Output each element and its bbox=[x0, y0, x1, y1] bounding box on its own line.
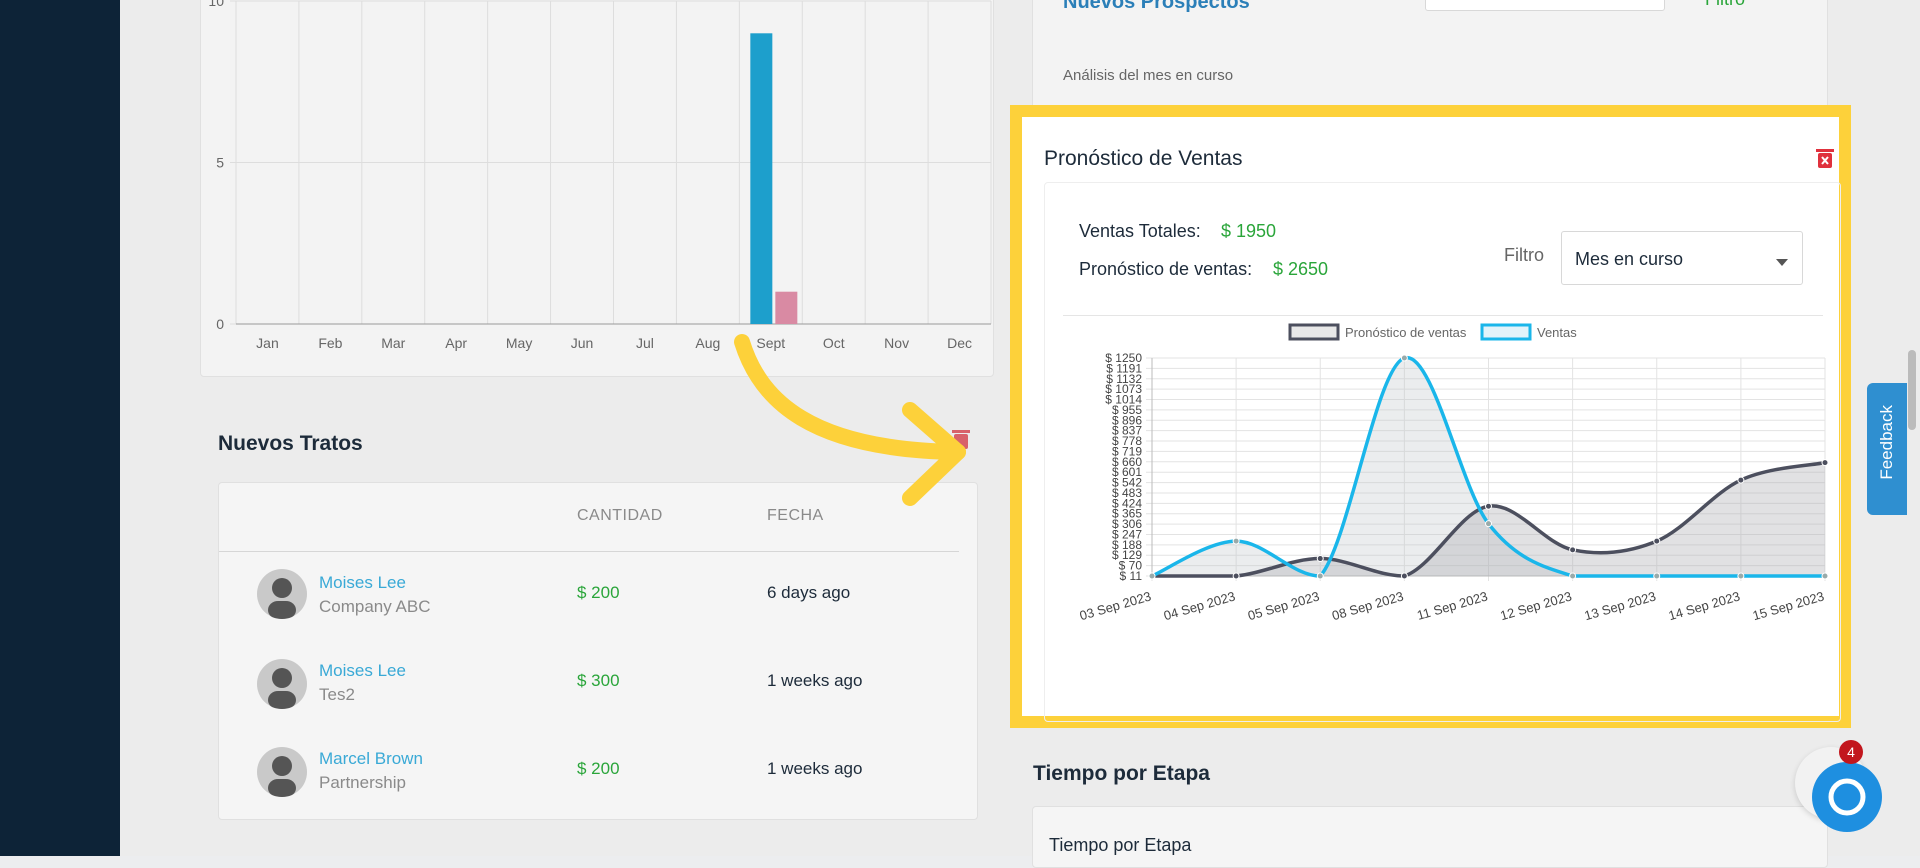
prospects-card: Nuevos Prospectos Mes en curso Filtro An… bbox=[1032, 0, 1828, 122]
x-tick-label: 14 Sep 2023 bbox=[1667, 588, 1742, 623]
x-tick-label: 04 Sep 2023 bbox=[1162, 588, 1237, 623]
month-label: May bbox=[506, 335, 532, 351]
chat-launcher-button[interactable] bbox=[1812, 762, 1882, 832]
avatar bbox=[257, 747, 307, 797]
data-point bbox=[1821, 572, 1829, 580]
monthly-bar-chart: 0510Jan Feb Mar Apr May Jun Jul Aug Sept Oct Nov De… bbox=[208, 0, 992, 351]
period-filter-value: Mes en curso bbox=[1575, 249, 1684, 269]
feedback-label: Feedback bbox=[1877, 405, 1896, 480]
deal-date: 1 weeks ago bbox=[767, 759, 863, 778]
company-name: Company ABC bbox=[319, 597, 431, 616]
prospects-subtitle: Análisis del mes en curso bbox=[1063, 67, 1234, 84]
avatar bbox=[257, 659, 307, 709]
data-point bbox=[1316, 572, 1324, 580]
table-row[interactable]: Moises Lee Company ABC $ 200 6 days ago bbox=[257, 569, 957, 639]
chat-icon bbox=[1828, 778, 1866, 816]
data-point bbox=[1232, 572, 1240, 580]
stage-time-card: Tiempo por Etapa bbox=[1032, 806, 1828, 868]
prospects-title: Nuevos Prospectos bbox=[1063, 0, 1250, 13]
month-label: Feb bbox=[318, 335, 342, 351]
legend-swatch-sales bbox=[1480, 323, 1532, 341]
forecast-sales-value: $ 2650 bbox=[1273, 259, 1329, 279]
curved-arrow-annotation bbox=[734, 334, 966, 506]
legend-swatch-forecast bbox=[1288, 323, 1340, 341]
monthly-chart-card: 0 5 10 Jan Feb Mar Apr May Jun Jul Aug Sept Oct Nov De… bbox=[200, 0, 994, 377]
column-header-amount: CANTIDAD bbox=[577, 507, 663, 524]
legend-label: Ventas bbox=[1537, 325, 1577, 340]
deal-amount: $ 200 bbox=[577, 759, 620, 778]
data-point bbox=[1232, 537, 1240, 545]
contact-name-link[interactable]: Moises Lee bbox=[319, 661, 406, 681]
month-label: Apr bbox=[445, 335, 467, 351]
scrollbar-thumb[interactable] bbox=[1908, 350, 1916, 430]
data-point bbox=[1485, 520, 1492, 528]
x-tick-label: 15 Sep 2023 bbox=[1751, 588, 1826, 623]
x-tick-label: 13 Sep 2023 bbox=[1583, 588, 1658, 623]
month-label: Jun bbox=[571, 335, 594, 351]
y-tick-label: 5 bbox=[216, 155, 224, 171]
table-row[interactable]: Moises Lee Tes2 $ 300 1 weeks ago bbox=[257, 659, 957, 729]
x-tick-label: 05 Sep 2023 bbox=[1246, 588, 1321, 623]
contact-name-link[interactable]: Marcel Brown bbox=[319, 749, 423, 769]
month-label: Jul bbox=[636, 335, 654, 351]
deals-title: Nuevos Tratos bbox=[218, 432, 363, 455]
month-label: Aug bbox=[695, 335, 720, 351]
total-sales-value: $ 1950 bbox=[1221, 221, 1277, 241]
stage-time-title: Tiempo por Etapa bbox=[1033, 762, 1210, 785]
table-row[interactable]: Marcel Brown Partnership $ 200 1 weeks a… bbox=[257, 747, 957, 817]
month-label: Mar bbox=[381, 335, 405, 351]
notification-badge: 4 bbox=[1839, 740, 1863, 764]
x-tick-label: 11 Sep 2023 bbox=[1415, 588, 1489, 622]
data-point bbox=[1821, 459, 1829, 467]
bar-sept-series-1 bbox=[750, 33, 773, 325]
data-point bbox=[1653, 572, 1661, 580]
x-tick-label: 03 Sep 2023 bbox=[1078, 588, 1153, 623]
month-label: Jan bbox=[256, 335, 279, 351]
deals-table: CANTIDAD FECHA Moises Lee Company ABC $ … bbox=[218, 482, 978, 820]
total-sales-label: Ventas Totales: bbox=[1079, 221, 1201, 241]
period-filter-select[interactable]: Mes en curso bbox=[1561, 231, 1803, 285]
data-point bbox=[1737, 572, 1745, 580]
deal-date: 6 days ago bbox=[767, 583, 851, 602]
filter-label: Filtro bbox=[1504, 245, 1544, 265]
y-tick-label: 10 bbox=[208, 0, 224, 9]
sales-forecast-card: Pronóstico de Ventas Ventas Totales: $ 1… bbox=[1010, 105, 1851, 728]
data-point bbox=[1569, 546, 1577, 554]
forecast-body: Ventas Totales: $ 1950 Pronóstico de ven… bbox=[1044, 182, 1841, 722]
data-point bbox=[1653, 537, 1661, 545]
sales-forecast-chart: Pronóstico de ventas Ventas$ 1250$ 1191$ … bbox=[1078, 323, 1829, 623]
sidebar bbox=[0, 0, 120, 856]
data-point bbox=[1148, 572, 1156, 580]
company-name: Partnership bbox=[319, 773, 406, 792]
x-tick-label: 12 Sep 2023 bbox=[1498, 588, 1573, 623]
forecast-sales-label: Pronóstico de ventas: bbox=[1079, 259, 1253, 279]
company-name: Tes2 bbox=[319, 685, 355, 704]
x-tick-label: 08 Sep 2023 bbox=[1330, 588, 1405, 623]
deal-date: 1 weeks ago bbox=[767, 671, 863, 690]
y-tick-label: $ 11 bbox=[1120, 569, 1143, 583]
bar-sept-series-2 bbox=[775, 291, 798, 324]
chevron-down-icon bbox=[1776, 254, 1788, 272]
data-point bbox=[1400, 572, 1408, 580]
legend-label: Pronóstico de ventas bbox=[1345, 325, 1467, 340]
prospects-filter-link[interactable]: Filtro bbox=[1705, 0, 1745, 10]
data-point bbox=[1485, 502, 1492, 510]
data-point bbox=[1569, 572, 1577, 580]
data-point bbox=[1316, 555, 1324, 563]
data-point bbox=[1400, 354, 1408, 362]
forecast-title: Pronóstico de Ventas bbox=[1044, 147, 1243, 170]
header-divider bbox=[219, 551, 959, 552]
prospects-filter-select[interactable]: Mes en curso bbox=[1425, 0, 1665, 11]
stage-time-subtitle: Tiempo por Etapa bbox=[1049, 835, 1192, 855]
data-point bbox=[1737, 476, 1745, 484]
deal-amount: $ 200 bbox=[577, 583, 620, 602]
contact-name-link[interactable]: Moises Lee bbox=[319, 573, 406, 593]
section-divider bbox=[1063, 315, 1823, 316]
y-tick-label: 0 bbox=[216, 316, 224, 332]
deal-amount: $ 300 bbox=[577, 671, 620, 690]
feedback-button[interactable]: Feedback bbox=[1867, 383, 1907, 515]
avatar bbox=[257, 569, 307, 619]
delete-icon[interactable] bbox=[1816, 147, 1834, 169]
